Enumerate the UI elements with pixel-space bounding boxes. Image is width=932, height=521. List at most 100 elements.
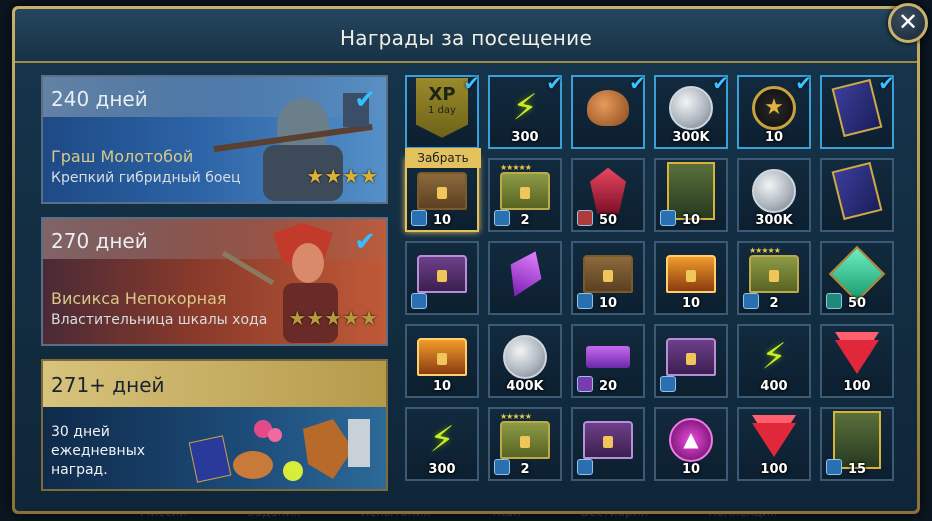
purple-chest-icon — [583, 420, 633, 459]
reward-quantity: 100 — [760, 462, 788, 477]
reward-cell[interactable]: 300K ✔ — [654, 71, 729, 149]
claimed-check-icon: ✔ — [463, 71, 480, 95]
milestone-days: 271+ дней — [51, 373, 165, 397]
rarity-stars: ★★★★ — [306, 164, 378, 188]
dialog-title: Награды за посещение — [15, 9, 917, 63]
reward-quantity: 20 — [598, 379, 618, 394]
item-type-badge — [577, 459, 593, 475]
reward-quantity: 2 — [520, 213, 530, 228]
champion-description: Крепкий гибридный боец — [51, 170, 241, 186]
green-chest-icon — [500, 420, 550, 459]
reward-cell[interactable]: ⚡ 300 — [405, 407, 479, 481]
rarity-stars: ★★★★★ — [500, 163, 532, 172]
xp-boost-icon: XP 1 day — [416, 77, 468, 138]
claimed-check-icon: ✔ — [546, 71, 563, 95]
void-shard-icon — [508, 249, 542, 299]
reward-cell[interactable]: ★★★★★ 2 — [737, 241, 811, 315]
reward-cell[interactable] — [654, 324, 728, 398]
reward-quantity: 300 — [511, 130, 539, 145]
reward-quantity: 300K — [672, 130, 710, 145]
reward-quantity: 10 — [681, 213, 701, 228]
roasted-chicken-icon — [587, 89, 629, 126]
claimed-check-icon: ✔ — [712, 71, 729, 95]
rarity-stars: ★★★★★ — [500, 412, 532, 421]
reward-cell[interactable]: ★★★★★ 2 — [488, 407, 562, 481]
energy-bolt-icon: ⚡ — [512, 87, 538, 129]
close-button[interactable]: ✕ — [888, 3, 928, 43]
reward-cell[interactable] — [405, 241, 479, 315]
claimed-check-icon: ✔ — [354, 85, 376, 115]
item-type-badge — [411, 293, 427, 309]
reward-cell[interactable]: 20 — [571, 324, 645, 398]
reward-cell[interactable]: 400K — [488, 324, 562, 398]
reward-cell[interactable]: 50 — [571, 158, 645, 232]
milestone-card-240[interactable]: 240 дней ✔ Граш Молотобой Крепкий гибрид… — [41, 75, 388, 204]
reward-cell[interactable] — [820, 158, 894, 232]
claimed-check-icon: ✔ — [629, 71, 646, 95]
silver-coin-icon — [669, 85, 713, 130]
reward-cell[interactable]: ✔ — [820, 71, 895, 149]
claimed-check-icon: ✔ — [795, 71, 812, 95]
reward-quantity: 400K — [506, 379, 544, 394]
reward-quantity: 10 — [681, 296, 701, 311]
milestone-card-271-plus[interactable]: 271+ дней 30 дней ежедневных наград. — [41, 359, 388, 491]
reward-cell[interactable]: 300K — [737, 158, 811, 232]
reward-quantity: 10 — [681, 462, 701, 477]
reward-cell[interactable]: 10 — [654, 241, 728, 315]
reward-quantity: 2 — [520, 462, 530, 477]
champion-name: Висикса Непокорная — [51, 289, 227, 308]
red-gem-icon — [835, 339, 879, 374]
milestone-card-270[interactable]: 270 дней ✔ Висикса Непокорная Властитель… — [41, 217, 388, 346]
red-shard-icon — [590, 167, 626, 214]
reward-cell[interactable]: 10 — [654, 158, 728, 232]
claim-button[interactable]: Забрать — [405, 148, 481, 168]
champion-name: Граш Молотобой — [51, 147, 194, 166]
rewards-grid: XP 1 day ✔ ⚡ 300 ✔ ✔ 300K ✔ ★ 10 ✔ ✔ 10 ★★★★★ 2 50 10 300K… — [405, 71, 895, 491]
reward-quantity: 10 — [432, 213, 452, 228]
reward-cell[interactable]: 100 — [820, 324, 894, 398]
reward-cell[interactable]: ▲ 10 — [654, 407, 728, 481]
magenta-arrow-icon: ▲ — [669, 417, 713, 462]
purple-chest-icon — [417, 254, 467, 293]
item-type-badge — [660, 376, 676, 392]
reward-cell[interactable]: XP 1 day ✔ — [405, 71, 480, 149]
reward-cell[interactable] — [488, 241, 562, 315]
silver-coin-icon — [752, 168, 796, 213]
claimed-check-icon: ✔ — [878, 71, 895, 95]
claimed-check-icon: ✔ — [354, 227, 376, 257]
rewards-pile-art — [188, 419, 370, 483]
green-chest-icon — [500, 171, 550, 210]
reward-quantity: 300K — [755, 213, 793, 228]
reward-cell[interactable]: 15 — [820, 407, 894, 481]
rarity-stars: ★★★★★ — [749, 246, 781, 255]
reward-cell[interactable]: 10 — [405, 158, 479, 232]
reward-quantity: 15 — [847, 462, 867, 477]
reward-quantity: 100 — [843, 379, 871, 394]
reward-cell[interactable]: 10 — [571, 241, 645, 315]
reward-quantity: 50 — [847, 296, 867, 311]
reward-cell[interactable]: 10 — [405, 324, 479, 398]
reward-quantity: 400 — [760, 379, 788, 394]
purple-chest-icon — [666, 337, 716, 376]
reward-cell[interactable]: 50 — [820, 241, 894, 315]
reward-quantity: 10 — [764, 130, 784, 145]
reward-cell[interactable] — [571, 407, 645, 481]
reward-cell[interactable]: ⚡ 400 — [737, 324, 811, 398]
brown-chest-icon — [417, 171, 467, 210]
red-gem-icon — [752, 422, 796, 457]
reward-quantity: 50 — [598, 213, 618, 228]
silver-coin-icon — [503, 334, 547, 379]
milestone-days: 240 дней — [51, 87, 148, 111]
reward-quantity: 2 — [769, 296, 779, 311]
milestone-days: 270 дней — [51, 229, 148, 253]
reward-cell[interactable]: ✔ — [571, 71, 646, 149]
reward-cell[interactable]: ★★★★★ 2 — [488, 158, 562, 232]
arena-token-icon: ★ — [752, 85, 796, 130]
reward-cell[interactable]: ★ 10 ✔ — [737, 71, 812, 149]
milestone-description: 30 дней ежедневных наград. — [51, 424, 146, 478]
reward-quantity: 10 — [432, 379, 452, 394]
reward-cell[interactable]: 100 — [737, 407, 811, 481]
energy-bolt-icon: ⚡ — [429, 419, 455, 461]
green-chest-icon — [749, 254, 799, 293]
reward-cell[interactable]: ⚡ 300 ✔ — [488, 71, 563, 149]
